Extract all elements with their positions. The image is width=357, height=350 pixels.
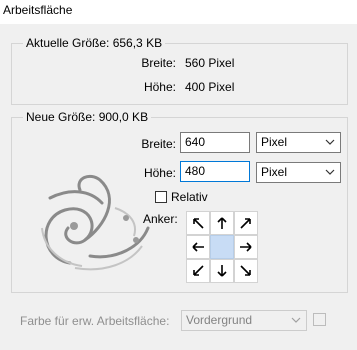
current-height-label: Höhe:	[143, 80, 176, 94]
height-unit-value: Pixel	[261, 165, 288, 179]
current-size-legend: Aktuelle Größe: 656,3 KB	[23, 36, 166, 50]
arrow-left-icon	[192, 242, 204, 252]
anchor-top-right[interactable]	[234, 211, 258, 235]
arrow-down-right-icon	[240, 265, 251, 276]
anchor-top[interactable]	[210, 211, 234, 235]
anchor-grid	[186, 211, 258, 283]
anchor-top-left[interactable]	[186, 211, 210, 235]
chevron-down-icon	[291, 317, 301, 323]
new-size-legend: Neue Größe: 900,0 KB	[23, 110, 152, 124]
relative-label[interactable]: Relativ	[171, 190, 208, 204]
extension-color-select[interactable]: Vordergrund	[181, 310, 307, 331]
dialog-title: Arbeitsfläche	[3, 3, 73, 17]
anchor-bottom-left[interactable]	[186, 259, 210, 283]
anchor-bottom[interactable]	[210, 259, 234, 283]
width-input[interactable]: 640	[180, 132, 250, 153]
chevron-down-icon	[325, 139, 335, 145]
current-height-value: 400 Pixel	[185, 80, 235, 94]
height-unit-select[interactable]: Pixel	[256, 162, 341, 183]
relative-checkbox[interactable]	[155, 191, 167, 203]
width-unit-value: Pixel	[261, 135, 288, 149]
arrow-up-left-icon	[193, 218, 204, 229]
anchor-center[interactable]	[210, 235, 234, 259]
new-width-label: Breite:	[141, 137, 176, 151]
anchor-right[interactable]	[234, 235, 258, 259]
anchor-bottom-right[interactable]	[234, 259, 258, 283]
new-height-label: Höhe:	[143, 166, 176, 180]
extension-color-swatch[interactable]	[313, 313, 326, 326]
extension-color-label: Farbe für erw. Arbeitsfläche:	[20, 314, 170, 328]
chevron-down-icon	[325, 169, 335, 175]
arrow-down-left-icon	[193, 265, 204, 276]
arrow-up-right-icon	[240, 218, 251, 229]
current-size-group	[11, 43, 348, 105]
decorative-swirl-image	[41, 174, 150, 271]
current-width-value: 560 Pixel	[185, 56, 235, 70]
arrow-down-icon	[217, 265, 227, 277]
anchor-left[interactable]	[186, 235, 210, 259]
height-input[interactable]: 480	[180, 161, 250, 182]
width-unit-select[interactable]: Pixel	[256, 132, 341, 153]
arrow-up-icon	[217, 217, 227, 229]
extension-color-value: Vordergrund	[186, 313, 253, 327]
anchor-label: Anker:	[143, 212, 178, 226]
arrow-right-icon	[240, 242, 252, 252]
current-width-label: Breite:	[141, 56, 176, 70]
title-bar: Arbeitsfläche	[0, 0, 357, 24]
